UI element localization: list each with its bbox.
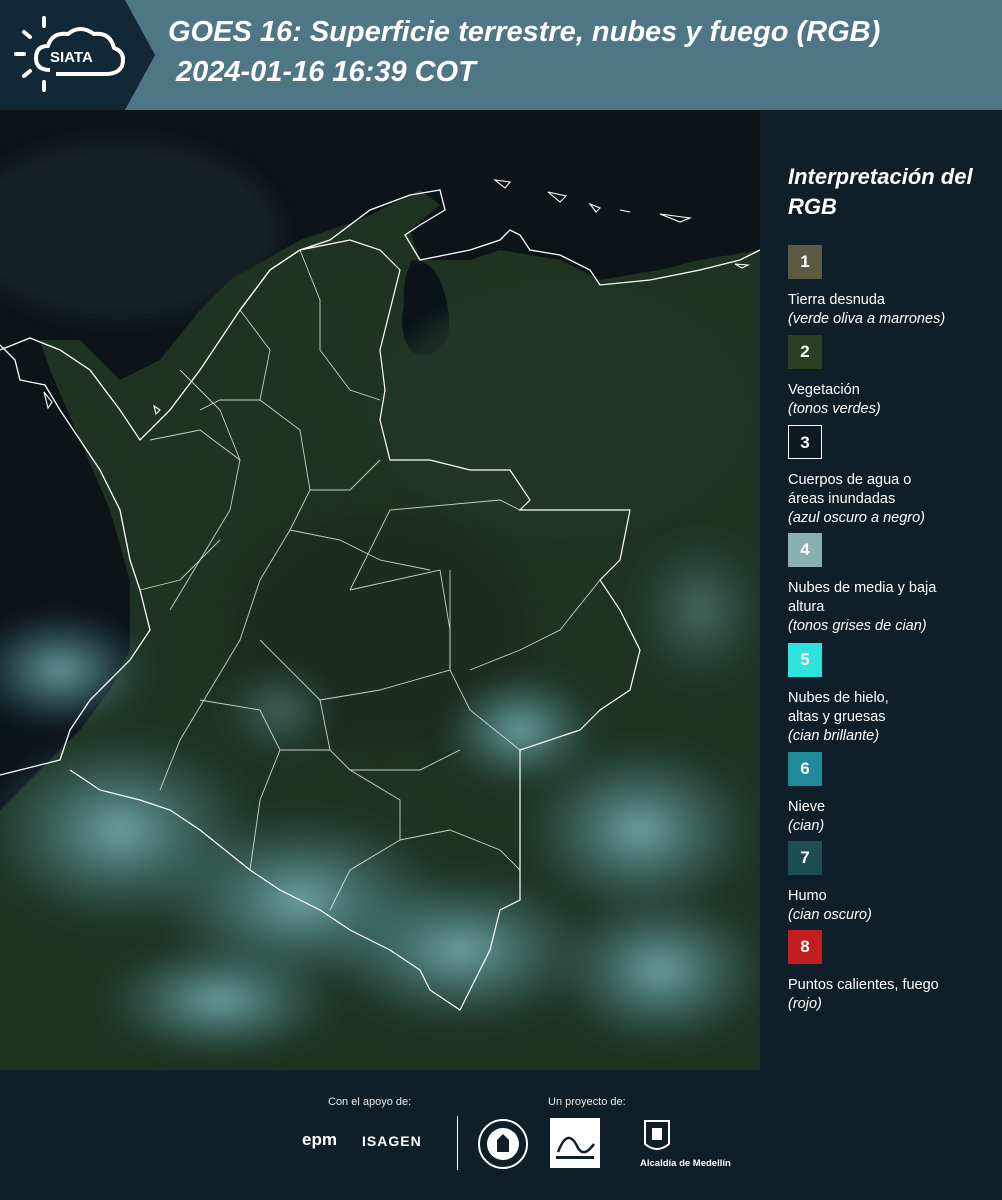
legend-item-water: 3 Cuerpos de agua o áreas inundadas (azu…: [788, 425, 998, 528]
legend-note: (tonos verdes): [788, 401, 881, 417]
legend-item-bare-soil: 1 Tierra desnuda (verde oliva a marrones…: [788, 245, 998, 329]
legend-swatch: 2: [788, 335, 822, 369]
legend-label: Vegetación: [788, 382, 860, 398]
legend-label: Nieve: [788, 799, 826, 815]
area-metropolitana-logo-icon: [550, 1118, 600, 1168]
legend-swatch: 7: [788, 841, 822, 875]
alcaldia-label: Alcaldía de Medellín: [640, 1158, 731, 1169]
seal-icon: [478, 1119, 528, 1169]
legend-item-low-clouds: 4 Nubes de media y baja altura (tonos gr…: [788, 533, 998, 636]
legend-note: (azul oscuro a negro): [788, 510, 926, 526]
legend-label: Humo: [788, 888, 827, 904]
siata-logo: SIATA: [0, 0, 155, 110]
footer-divider: [457, 1116, 458, 1170]
legend-note: (cian): [788, 818, 825, 834]
legend-swatch: 8: [788, 930, 822, 964]
legend-label: Cuerpos de agua o áreas inundadas: [788, 472, 912, 507]
legend-note: (verde oliva a marrones): [788, 311, 946, 327]
support-label: Con el apoyo de:: [328, 1096, 412, 1108]
legend-label: Tierra desnuda: [788, 292, 885, 308]
legend-swatch: 5: [788, 643, 822, 677]
header-bar: SIATA GOES 16: Superficie terrestre, nub…: [0, 0, 1002, 110]
legend-panel: Interpretación del RGB 1 Tierra desnuda …: [760, 110, 1002, 1070]
legend-item-snow: 6 Nieve (cian): [788, 752, 998, 836]
legend-label: Puntos calientes, fuego: [788, 977, 939, 993]
footer: Con el apoyo de: Un proyecto de: epm ISA…: [0, 1070, 1002, 1200]
legend-note: (rojo): [788, 996, 822, 1012]
legend-item-smoke: 7 Humo (cian oscuro): [788, 841, 998, 925]
legend-swatch: 1: [788, 245, 822, 279]
legend-item-ice-clouds: 5 Nubes de hielo, altas y gruesas (cian …: [788, 643, 998, 746]
legend-item-vegetation: 2 Vegetación (tonos verdes): [788, 335, 998, 419]
legend-swatch: 3: [788, 425, 822, 459]
legend-label: Nubes de hielo, altas y gruesas: [788, 690, 889, 725]
legend-note: (cian brillante): [788, 728, 880, 744]
timestamp: 2024-01-16 16:39 COT: [176, 56, 476, 88]
project-label: Un proyecto de:: [548, 1096, 626, 1108]
satellite-map: [0, 110, 760, 1070]
legend-label: Nubes de media y baja altura: [788, 580, 937, 615]
sun-cloud-icon: SIATA: [14, 16, 125, 92]
alcaldia-shield-icon: [644, 1120, 670, 1150]
legend-title: Interpretación del RGB: [788, 164, 973, 219]
legend-item-fire: 8 Puntos calientes, fuego (rojo): [788, 930, 998, 1014]
page-title: GOES 16: Superficie terrestre, nubes y f…: [168, 16, 881, 48]
legend-note: (tonos grises de cian): [788, 618, 927, 634]
legend-note: (cian oscuro): [788, 907, 872, 923]
legend-swatch: 6: [788, 752, 822, 786]
isagen-logo: ISAGEN: [362, 1133, 422, 1149]
map-canvas: [0, 110, 760, 1070]
logo-text: SIATA: [50, 49, 93, 66]
legend-swatch: 4: [788, 533, 822, 567]
epm-logo: epm: [302, 1130, 337, 1149]
vegetation-patch: [380, 290, 740, 530]
